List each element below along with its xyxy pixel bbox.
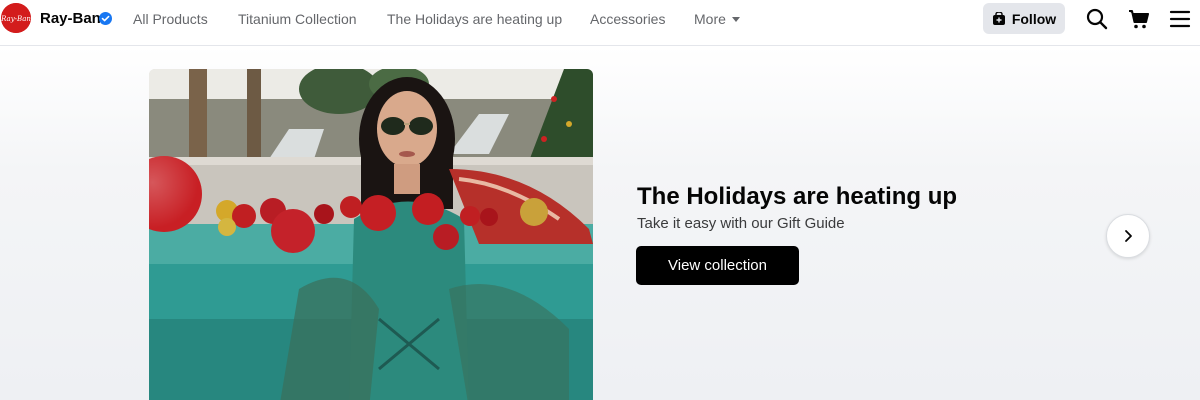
cart-icon[interactable] bbox=[1127, 7, 1151, 31]
carousel-next-button[interactable] bbox=[1106, 214, 1150, 258]
nav-accessories[interactable]: Accessories bbox=[590, 11, 665, 27]
top-navigation-bar: Ray-Ban Ray-Ban All Products Titanium Co… bbox=[0, 0, 1200, 46]
nav-more-dropdown[interactable]: More bbox=[694, 11, 740, 27]
shop-follow-icon bbox=[992, 11, 1005, 25]
nav-holidays-heating-up[interactable]: The Holidays are heating up bbox=[387, 11, 562, 27]
hero-image[interactable] bbox=[149, 69, 593, 400]
search-icon[interactable] bbox=[1085, 7, 1109, 31]
follow-label: Follow bbox=[1011, 10, 1057, 27]
hero-title: The Holidays are heating up bbox=[637, 183, 958, 210]
nav-more-label: More bbox=[694, 11, 726, 27]
brand-logo[interactable]: Ray-Ban bbox=[1, 3, 31, 33]
hero-subtitle: Take it easy with our Gift Guide bbox=[637, 215, 845, 232]
nav-titanium-collection[interactable]: Titanium Collection bbox=[238, 11, 357, 27]
logo-wordmark: Ray-Ban bbox=[1, 15, 31, 23]
caret-down-icon bbox=[731, 17, 740, 22]
chevron-right-icon bbox=[1125, 230, 1132, 242]
verified-badge-icon bbox=[99, 12, 112, 25]
view-collection-button[interactable]: View collection bbox=[636, 246, 799, 285]
menu-icon[interactable] bbox=[1168, 7, 1192, 31]
brand-name[interactable]: Ray-Ban bbox=[40, 10, 101, 27]
follow-button[interactable]: Follow bbox=[983, 3, 1065, 34]
nav-all-products[interactable]: All Products bbox=[133, 11, 208, 27]
